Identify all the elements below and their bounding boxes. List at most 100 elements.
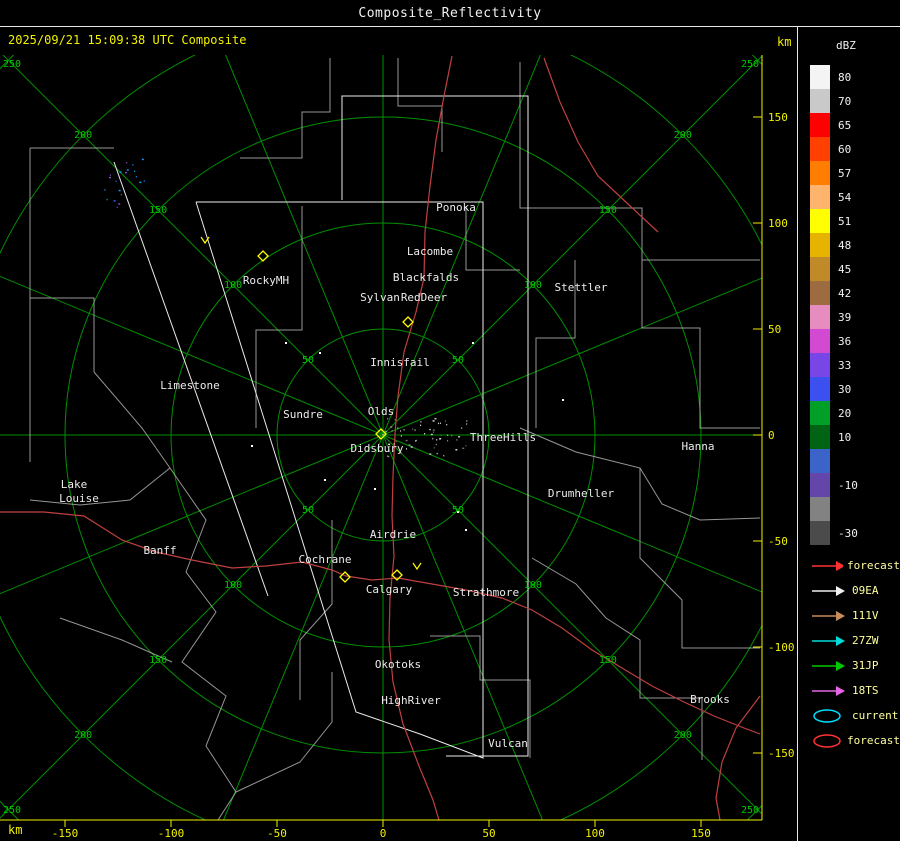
radar-site-marker (257, 250, 269, 262)
echo-dot (408, 444, 411, 446)
azimuth-spoke (382, 55, 762, 436)
arrow-icon (812, 610, 845, 621)
arrow-icon (812, 685, 845, 696)
colorbar-row: 65 (810, 113, 900, 137)
colorbar-swatch (810, 329, 830, 353)
point-marker (285, 342, 287, 344)
city-label: Sundre (283, 408, 323, 421)
colorbar-value: 20 (838, 406, 852, 420)
echo-dot (143, 180, 145, 182)
echo-dot (436, 439, 438, 441)
county-boundary (255, 206, 303, 428)
colorbar-row: 33 (810, 353, 900, 377)
colorbar-swatch (810, 281, 830, 305)
county-boundary (235, 672, 333, 793)
right-axis-label: -100 (768, 641, 795, 654)
ring-distance-label: 150 (599, 205, 617, 216)
city-label: Stettler (555, 281, 608, 294)
echo-dot (434, 418, 437, 420)
echo-dot (447, 439, 449, 442)
bottom-axis-label: -50 (267, 827, 287, 840)
city-label: Airdrie (370, 528, 416, 541)
colorbar-value: 70 (838, 94, 852, 108)
radar-map-canvas[interactable]: 50 100 150 200 250 50 100 150 200 250 50 100 150 200 2… (0, 0, 797, 841)
colorbar-swatch (810, 305, 830, 329)
echo-dot (397, 427, 399, 429)
city-label: Drumheller (548, 487, 615, 500)
echo-dot (388, 455, 390, 458)
azimuth-spoke (0, 434, 384, 595)
echo-dot (387, 455, 389, 457)
point-marker (374, 488, 376, 490)
echo-dot (118, 203, 121, 205)
point-marker (562, 399, 564, 401)
ring-distance-label: 200 (674, 130, 692, 141)
legend-label: 111V (852, 609, 879, 622)
legend-label: 27ZW (852, 634, 879, 647)
colorbar-swatch (810, 209, 830, 233)
ring-distance-label: 100 (524, 280, 542, 291)
county-boundary (397, 58, 443, 152)
city-label: Vulcan (488, 737, 528, 750)
echo-dot (412, 428, 414, 430)
point-marker (324, 479, 326, 481)
legend-item: 31JP (810, 653, 900, 678)
echo-dot (435, 443, 437, 446)
sector-boundary (341, 95, 529, 757)
echo-dot (432, 420, 435, 422)
ring-distance-label: 150 (149, 655, 167, 666)
echo-dot (437, 422, 439, 425)
point-marker (319, 352, 321, 354)
colorbar-value: 60 (838, 142, 852, 156)
city-label: Okotoks (375, 658, 421, 671)
echo-dot (406, 448, 408, 450)
colorbar-swatch (810, 449, 830, 473)
ring-distance-label: 250 (741, 805, 759, 816)
azimuth-spoke (222, 434, 384, 820)
colorbar-swatch (810, 161, 830, 185)
ellipse-icon (813, 733, 841, 748)
echo-dot (445, 420, 447, 422)
city-label: Strathmore (453, 586, 519, 599)
arrow-icon (812, 560, 844, 571)
echo-dot (456, 439, 458, 441)
legend-item: forecast (810, 553, 900, 578)
city-label: Banff (143, 544, 176, 557)
arrow-icon (812, 585, 845, 596)
echo-dot (390, 426, 393, 428)
city-label: Brooks (690, 693, 730, 706)
colorbar-swatch (810, 257, 830, 281)
echo-dot (119, 171, 122, 173)
echo-dot (108, 176, 111, 179)
echo-dot (405, 439, 408, 442)
echo-dot (451, 434, 453, 437)
county-boundary (299, 520, 333, 700)
legend-item: 09EA (810, 578, 900, 603)
echo-dot (132, 164, 134, 166)
legend-item: forecast (810, 728, 900, 753)
city-label: Louise (59, 492, 99, 505)
echo-dot (118, 189, 121, 192)
colorbar-value: 10 (838, 430, 852, 444)
azimuth-spoke (0, 275, 384, 436)
colorbar-value: 33 (838, 358, 852, 372)
echo-dot (403, 429, 405, 431)
right-axis-label: 150 (768, 111, 788, 124)
colorbar-row: 45 (810, 257, 900, 281)
city-label: Limestone (160, 379, 220, 392)
city-label: Cochrane (299, 553, 352, 566)
county-boundary (30, 297, 95, 372)
title-bar: Composite_Reflectivity (0, 0, 900, 27)
colorbar-value: -10 (838, 478, 858, 492)
city-label: HighRiver (381, 694, 441, 707)
azimuth-spoke (2, 55, 384, 436)
colorbar-row: 10 (810, 425, 900, 449)
echo-dot (115, 180, 117, 183)
echo-dot (400, 435, 402, 437)
bottom-axis-label: -150 (52, 827, 79, 840)
ellipse-icon (813, 708, 841, 723)
echo-dot (424, 432, 426, 435)
bottom-axis-unit: km (8, 823, 23, 837)
point-marker (472, 342, 474, 344)
colorbar-value: 65 (838, 118, 852, 132)
